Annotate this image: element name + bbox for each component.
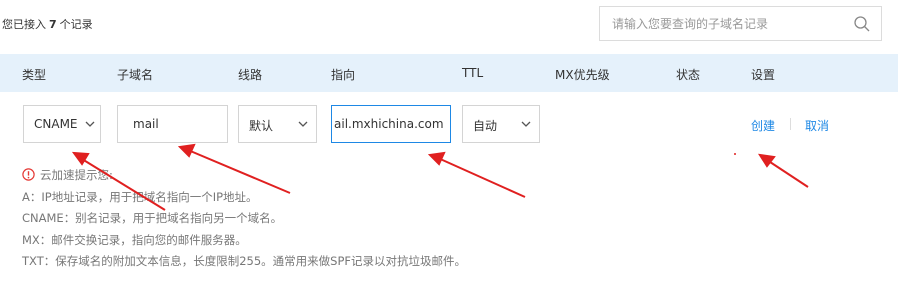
column-header-status: 状态 bbox=[676, 68, 701, 82]
cancel-button[interactable]: 取消 bbox=[805, 117, 829, 134]
target-input[interactable]: ail.mxhichina.com bbox=[331, 105, 451, 143]
tip-line-a: A：IP地址记录，用于把域名指向一个IP地址。 bbox=[22, 189, 258, 204]
tip-line-txt: TXT：保存域名的附加文本信息，长度限制255。通常用来做SPF记录以对抗垃圾邮… bbox=[22, 254, 467, 268]
search-box[interactable] bbox=[599, 6, 882, 41]
create-button[interactable]: 创建 bbox=[751, 117, 775, 134]
subdomain-input[interactable]: mail bbox=[117, 105, 228, 143]
record-count: 您已接入 7 个记录 bbox=[2, 16, 93, 32]
action-divider bbox=[790, 118, 791, 130]
exclamation-circle-icon bbox=[22, 168, 35, 181]
tips-panel: 云加速提示您: A：IP地址记录，用于把域名指向一个IP地址。 CNAME：别名… bbox=[22, 165, 466, 273]
chevron-down-icon bbox=[521, 121, 531, 127]
ttl-select[interactable]: 自动 bbox=[462, 105, 540, 143]
top-bar: 您已接入 7 个记录 bbox=[0, 0, 900, 50]
column-header-mx-priority: MX优先级 bbox=[555, 68, 610, 82]
tips-title: 云加速提示您: bbox=[22, 165, 466, 187]
subdomain-input-value: mail bbox=[133, 117, 159, 131]
column-header-line: 线路 bbox=[238, 68, 263, 82]
annotation-arrow-create bbox=[757, 153, 809, 188]
column-header-ttl: TTL bbox=[462, 66, 484, 80]
record-count-prefix: 您已接入 bbox=[2, 18, 46, 31]
new-record-row: CNAME mail 默认 ail.mxhichina.com 自动 创建 取消 bbox=[0, 92, 898, 154]
chevron-down-icon bbox=[298, 121, 308, 127]
column-header-subdomain: 子域名 bbox=[117, 68, 154, 82]
column-header-target: 指向 bbox=[331, 68, 356, 82]
tip-line-mx: MX：邮件交换记录，指向您的邮件服务器。 bbox=[22, 232, 247, 247]
ttl-select-value: 自动 bbox=[473, 119, 498, 133]
record-count-suffix: 个记录 bbox=[59, 18, 93, 31]
record-count-value: 7 bbox=[49, 18, 57, 31]
search-input[interactable] bbox=[612, 15, 842, 33]
type-select-value: CNAME bbox=[34, 117, 78, 131]
table-header: 类型 子域名 线路 指向 TTL MX优先级 状态 设置 bbox=[0, 54, 898, 92]
chevron-down-icon bbox=[85, 121, 95, 127]
tips-title-text: 云加速提示您: bbox=[40, 168, 113, 182]
line-select[interactable]: 默认 bbox=[238, 105, 317, 143]
type-select[interactable]: CNAME bbox=[23, 105, 101, 143]
column-header-settings: 设置 bbox=[751, 68, 776, 82]
search-icon[interactable] bbox=[853, 15, 871, 33]
tip-line-cname: CNAME：别名记录，用于把域名指向另一个域名。 bbox=[22, 211, 283, 225]
column-header-type: 类型 bbox=[22, 68, 47, 82]
line-select-value: 默认 bbox=[249, 119, 274, 133]
target-input-value: ail.mxhichina.com bbox=[334, 117, 444, 131]
